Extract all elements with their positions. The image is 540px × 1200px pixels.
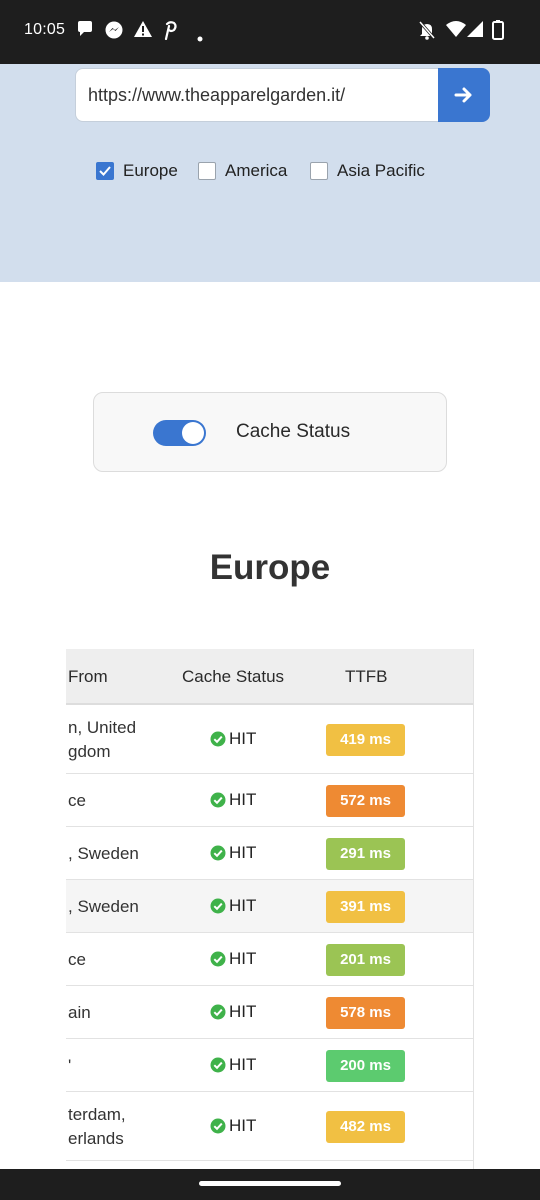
cell-cache-status: HIT [210,1002,256,1022]
ttfb-badge: 291 ms [326,837,405,870]
cell-from-line: ce [68,790,86,810]
section-title: Europe [209,548,331,587]
checkbox-unchecked-icon[interactable] [310,162,328,180]
table-row: ce HIT 572 ms [66,774,473,827]
messenger-icon [104,20,124,45]
cell-cache-status: HIT [210,843,256,863]
ttfb-badge: 572 ms [326,784,405,817]
region-label: America [225,161,288,180]
status-time: 10:05 [24,21,66,38]
cell-from-line: , Sweden [68,843,139,863]
cache-status-toggle[interactable] [153,420,206,446]
battery-icon [492,20,504,45]
navigation-bar [0,1169,540,1200]
ttfb-badge: 391 ms [326,890,405,923]
cell-from-line: gdom [68,741,111,761]
column-header-cache-status: Cache Status [182,667,285,686]
toggle-knob [182,422,204,444]
table-row: n, United gdom HIT 419 ms [66,705,473,774]
region-checkbox-asia-pacific[interactable]: Asia Pacific [310,160,425,182]
cell-from-line: ' [68,1055,72,1075]
region-checkbox-europe[interactable]: Europe [96,160,178,182]
arrow-right-icon [454,87,472,103]
cell-from: terdam, erlands [68,1103,126,1151]
table-row: , Sweden HIT 391 ms [66,880,473,933]
table-row: ce HIT 201 ms [66,933,473,986]
results-table[interactable]: From Cache Status TTFB n, United gdom HIT 4… [66,649,474,1169]
cell-cache-status: HIT [210,729,256,749]
checkbox-unchecked-icon[interactable] [198,162,216,180]
table-row: ain HIT 578 ms [66,986,473,1039]
cell-cache-status: HIT [210,949,256,969]
checkbox-checked-icon[interactable] [96,162,114,180]
cache-status-label: Cache Status [236,421,351,442]
ttfb-badge: 200 ms [326,1049,405,1082]
table-row: terdam, erlands HIT 482 ms [66,1092,473,1161]
cell-from: , Sweden [68,842,139,866]
wifi-icon [445,20,467,43]
cell-from-line: ce [68,949,86,969]
ttfb-badge: 419 ms [326,723,405,756]
url-input[interactable]: https://www.theapparelgarden.it/ [75,68,439,122]
notifications-off-icon [418,20,436,45]
column-header-ttfb: TTFB [345,667,388,686]
cache-status-text: HIT [229,789,257,809]
cell-from: ce [68,948,86,972]
status-bar: 10:05 [0,0,540,64]
cell-from-line: ain [68,1002,91,1022]
cell-from-line: n, United [68,717,137,737]
submit-button[interactable] [438,68,490,122]
cell-from-line: terdam, [68,1104,126,1124]
check-circle-icon [210,792,226,807]
cell-from: ain [68,1001,91,1025]
cache-status-card: Cache Status [93,392,447,472]
cell-from: ce [68,789,86,813]
cell-cache-status: HIT [210,1055,256,1075]
cell-cache-status: HIT [210,790,256,810]
cache-status-text: HIT [229,842,257,862]
region-label: Asia Pacific [337,161,425,180]
dot-icon [197,29,203,47]
cell-from-line: erlands [68,1128,124,1148]
check-circle-icon [210,951,226,966]
check-circle-icon [210,731,226,746]
table-header: From Cache Status TTFB [66,649,473,705]
cache-status-text: HIT [229,895,257,915]
cell-from-line: , Sweden [68,896,139,916]
cell-from: n, United gdom [68,716,136,764]
region-label: Europe [123,161,178,180]
cell-cache-status: HIT [210,1116,256,1136]
cellular-signal-icon [466,20,484,43]
check-circle-icon [210,1118,226,1133]
cell-from: ' [68,1054,71,1078]
cache-status-text: HIT [229,1054,257,1074]
ttfb-badge: 201 ms [326,943,405,976]
cell-from: , Sweden [68,895,139,919]
check-circle-icon [210,898,226,913]
cache-status-text: HIT [229,1001,257,1021]
home-gesture-handle[interactable] [199,1181,341,1186]
ttfb-badge: 482 ms [326,1110,405,1143]
table-row: , Sweden HIT 291 ms [66,827,473,880]
cache-status-text: HIT [229,948,257,968]
chat-bubble-icon [76,20,94,43]
cache-status-text: HIT [229,1115,257,1135]
warning-icon [133,20,153,43]
cell-cache-status: HIT [210,896,256,916]
ttfb-badge: 578 ms [326,996,405,1029]
check-circle-icon [210,845,226,860]
table-row: ' HIT 200 ms [66,1039,473,1092]
check-circle-icon [210,1057,226,1072]
cache-status-text: HIT [229,728,257,748]
column-header-from: From [68,667,108,686]
search-panel: https://www.theapparelgarden.it/ Europe … [0,64,540,282]
region-checkbox-america[interactable]: America [198,160,287,182]
pinterest-icon [161,20,179,45]
check-circle-icon [210,1004,226,1019]
